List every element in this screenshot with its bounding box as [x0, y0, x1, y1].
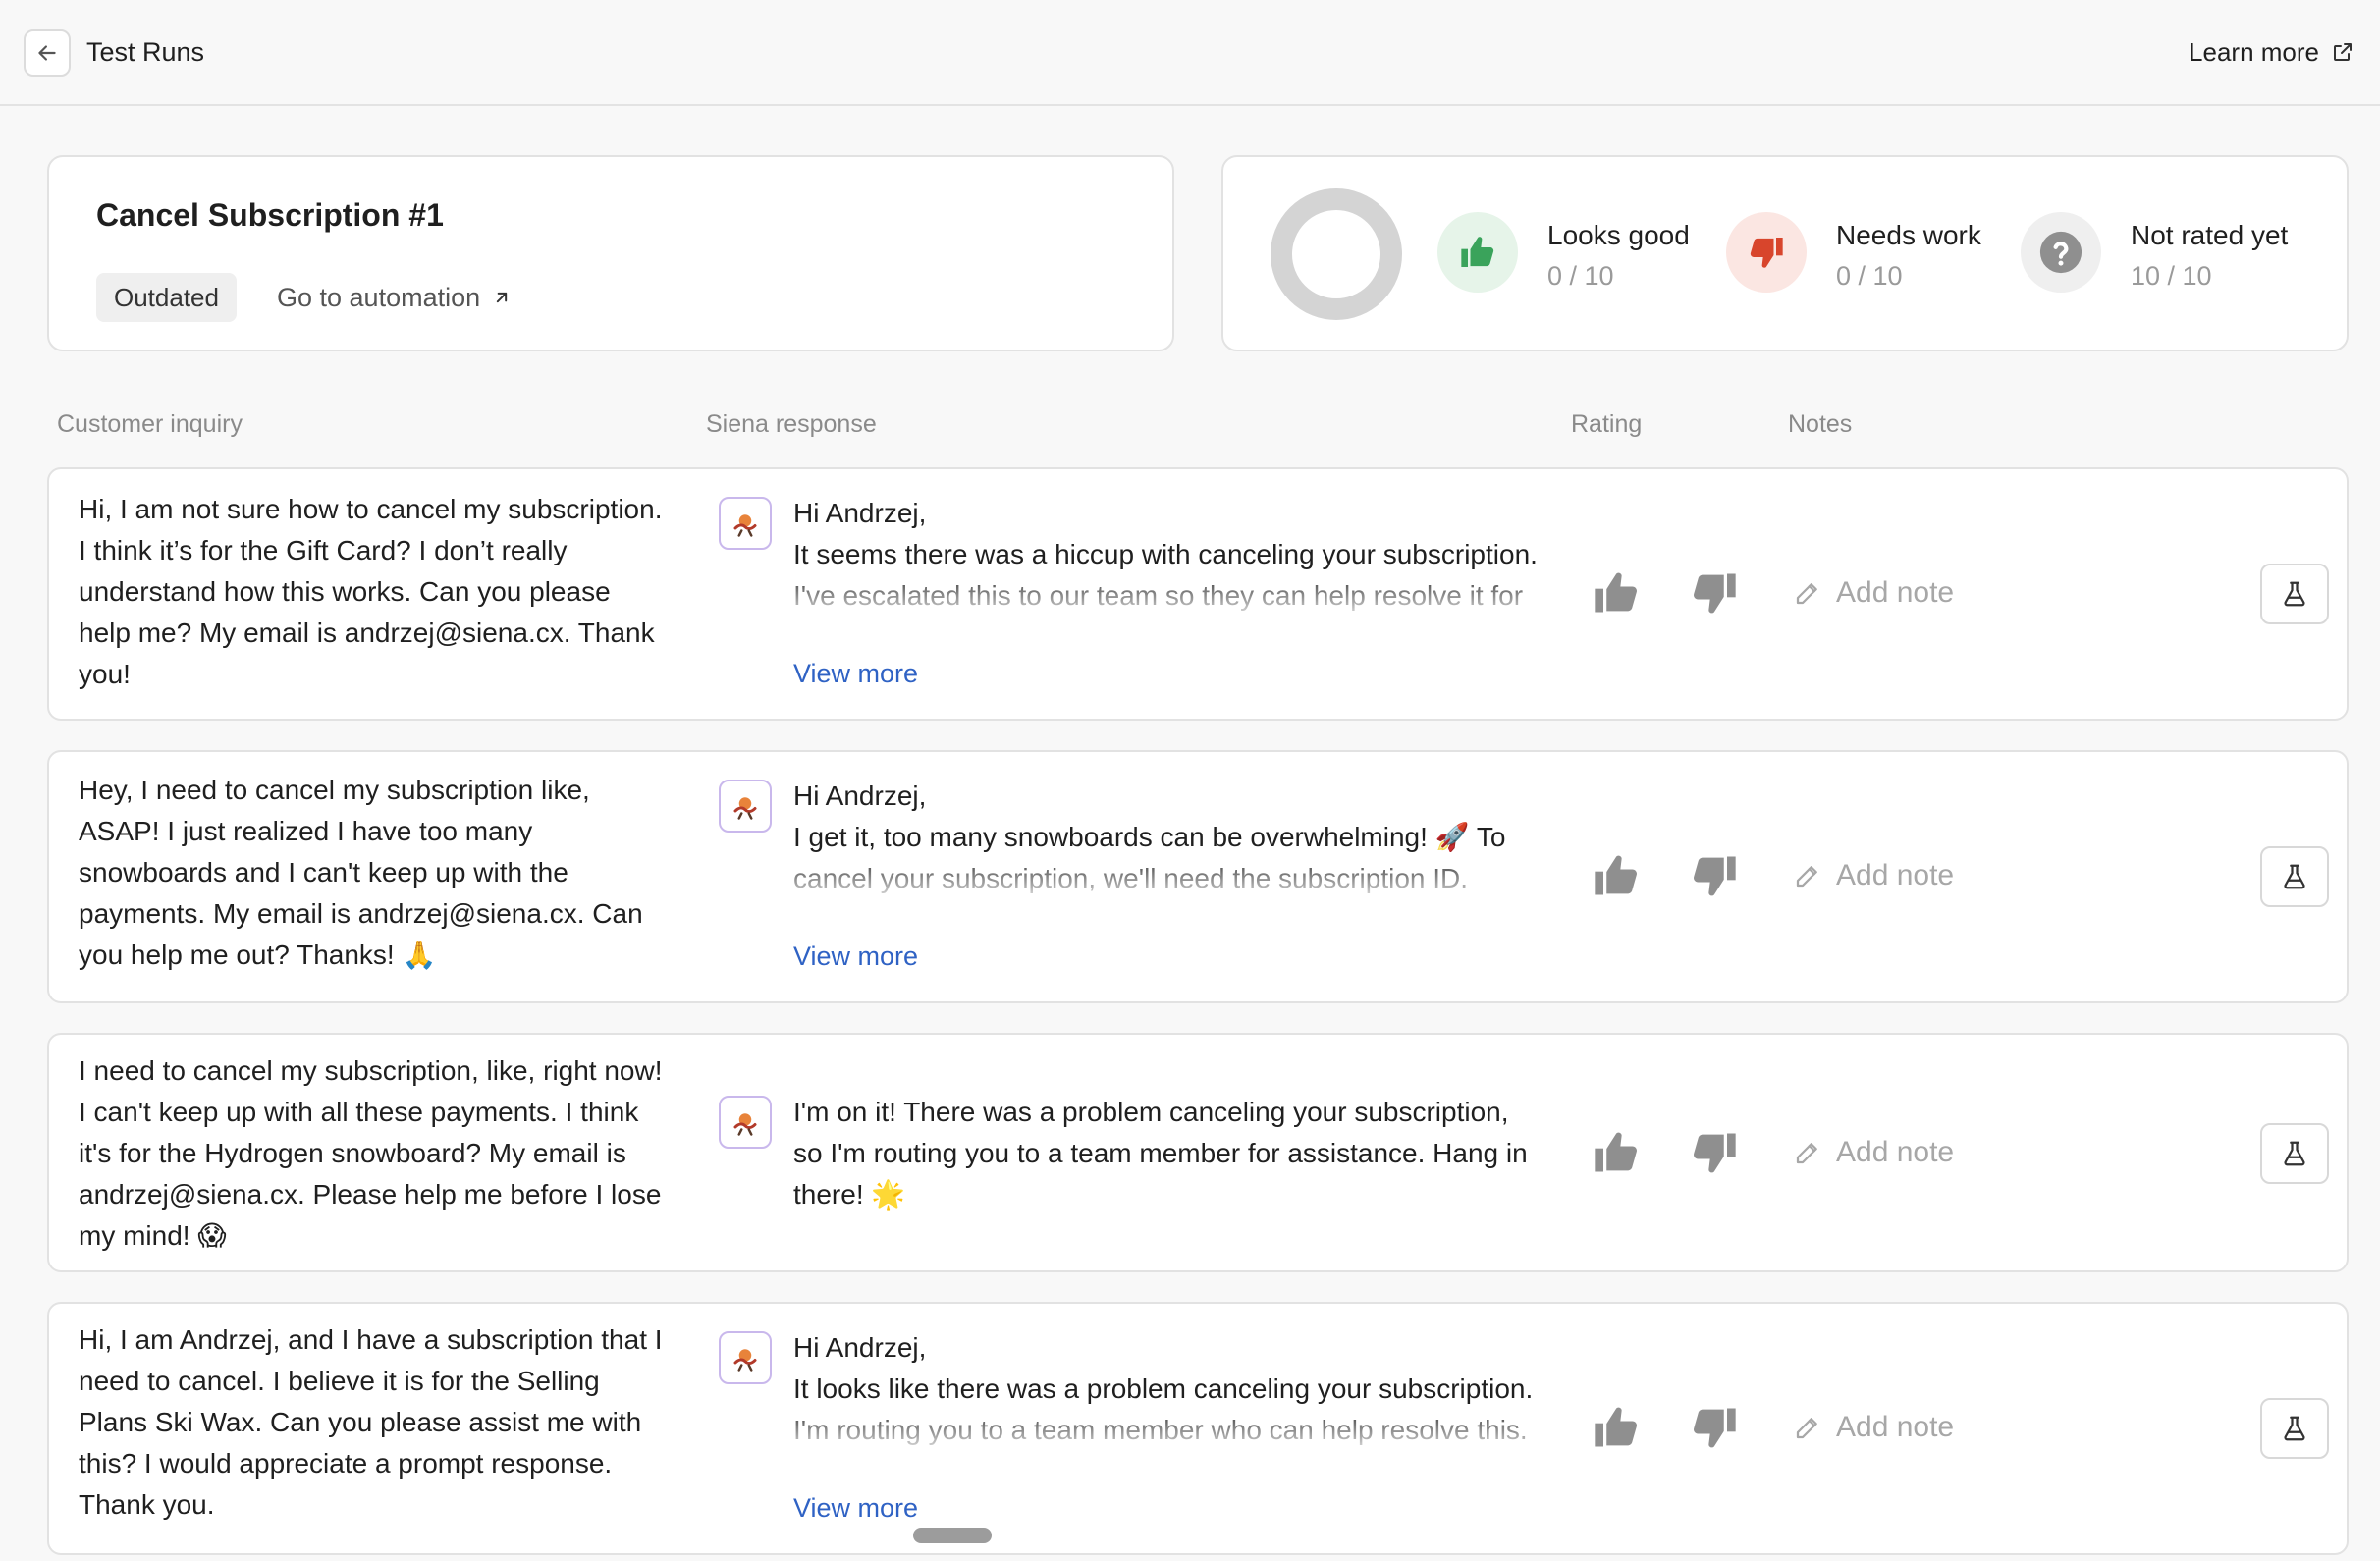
thumbs-up-icon	[1595, 1407, 1637, 1447]
arrow-left-icon	[38, 45, 56, 61]
response-line: Hi Andrzej,	[793, 780, 927, 811]
column-header-rating: Rating	[1571, 410, 1643, 438]
thumbs-up-icon	[1595, 1132, 1637, 1172]
scrollbar-thumb[interactable]	[913, 1528, 992, 1543]
thumbs-down-icon	[1694, 1408, 1736, 1448]
thumbs-down-icon	[1694, 856, 1736, 896]
thumbs-down-button[interactable]	[1685, 1398, 1744, 1457]
table-row: Hi, I am not sure how to cancel my subsc…	[47, 467, 2349, 721]
test-title: Cancel Subscription #1	[96, 197, 444, 233]
add-note-button[interactable]: Add note	[1793, 854, 1954, 897]
add-note-button[interactable]: Add note	[1793, 571, 1954, 615]
table-row: I need to cancel my subscription, like, …	[47, 1033, 2349, 1272]
rating-donut-chart	[1271, 188, 1402, 320]
thumbs-up-icon	[1437, 212, 1518, 293]
table-row: Hi, I am Andrzej, and I have a subscript…	[47, 1302, 2349, 1555]
external-link-icon	[2334, 43, 2352, 61]
rating-summary-card: Looks good 0 / 10 Needs work 0 / 10 Not …	[1221, 155, 2349, 351]
top-bar: Test Runs Learn more	[0, 0, 2380, 106]
siena-response-text: Hi Andrzej, It looks like there was a pr…	[793, 1327, 1540, 1451]
column-header-response: Siena response	[706, 410, 877, 438]
test-info-card: Cancel Subscription #1 Outdated Go to au…	[47, 155, 1174, 351]
flask-icon	[2284, 581, 2305, 607]
siena-avatar	[719, 780, 772, 833]
add-note-button[interactable]: Add note	[1793, 1406, 1954, 1449]
thumbs-up-button[interactable]	[1587, 1398, 1646, 1457]
thumbs-down-icon	[1726, 212, 1807, 293]
siena-response-text: I'm on it! There was a problem canceling…	[793, 1092, 1540, 1215]
go-to-automation-link[interactable]: Go to automation	[277, 273, 512, 322]
pencil-icon	[1796, 1418, 1817, 1439]
response-line: Hi Andrzej,	[793, 1332, 927, 1363]
thumbs-up-button[interactable]	[1587, 564, 1646, 622]
add-note-label: Add note	[1836, 859, 1955, 891]
siena-response-text: Hi Andrzej, It seems there was a hiccup …	[793, 493, 1540, 617]
pencil-icon	[1796, 866, 1817, 888]
looks-good-label: Looks good	[1547, 220, 1690, 250]
siena-logo-icon	[733, 1113, 757, 1136]
response-line: I'm on it! There was a problem canceling…	[793, 1097, 1528, 1210]
table-row: Hey, I need to cancel my subscription li…	[47, 750, 2349, 1003]
siena-avatar	[719, 1331, 772, 1384]
learn-more-label: Learn more	[2189, 37, 2319, 67]
column-header-notes: Notes	[1788, 410, 1853, 438]
response-line: It seems there was a hiccup with canceli…	[793, 539, 1538, 611]
siena-response-text: Hi Andrzej, I get it, too many snowboard…	[793, 776, 1540, 899]
customer-inquiry-text: Hey, I need to cancel my subscription li…	[79, 775, 643, 970]
add-note-label: Add note	[1836, 1411, 1955, 1443]
thumbs-down-icon	[1694, 573, 1736, 614]
thumbs-up-icon	[1595, 855, 1637, 895]
add-note-label: Add note	[1836, 1136, 1955, 1168]
back-button[interactable]	[24, 29, 71, 77]
question-icon	[2021, 212, 2101, 293]
pencil-icon	[1796, 1143, 1817, 1164]
thumbs-down-button[interactable]	[1685, 1123, 1744, 1182]
add-note-label: Add note	[1836, 576, 1955, 609]
siena-avatar	[719, 497, 772, 550]
siena-avatar	[719, 1096, 772, 1149]
view-more-link[interactable]: View more	[793, 939, 918, 974]
flask-icon	[2284, 864, 2305, 889]
test-flask-button[interactable]	[2260, 1398, 2329, 1459]
response-line: I get it, too many snowboards can be ove…	[793, 822, 1506, 893]
not-rated-label: Not rated yet	[2131, 220, 2289, 250]
go-to-automation-label: Go to automation	[277, 283, 481, 312]
thumbs-down-button[interactable]	[1685, 846, 1744, 905]
test-flask-button[interactable]	[2260, 1123, 2329, 1184]
needs-work-value: 0 / 10	[1836, 261, 1903, 291]
page-title: Test Runs	[86, 37, 205, 67]
customer-inquiry-text: Hi, I am not sure how to cancel my subsc…	[79, 494, 663, 689]
status-badge: Outdated	[96, 273, 237, 322]
siena-logo-icon	[733, 797, 757, 820]
response-line: It looks like there was a problem cancel…	[793, 1373, 1534, 1445]
column-header-inquiry: Customer inquiry	[57, 410, 243, 438]
arrow-up-right-icon	[496, 292, 508, 303]
flask-icon	[2284, 1141, 2305, 1166]
looks-good-value: 0 / 10	[1547, 261, 1614, 291]
not-rated-value: 10 / 10	[2131, 261, 2212, 291]
customer-inquiry-text: Hi, I am Andrzej, and I have a subscript…	[79, 1324, 663, 1520]
test-flask-button[interactable]	[2260, 846, 2329, 907]
test-flask-button[interactable]	[2260, 564, 2329, 624]
thumbs-up-icon	[1595, 572, 1637, 613]
siena-logo-icon	[733, 1349, 757, 1372]
learn-more-link[interactable]: Learn more	[2189, 33, 2354, 71]
thumbs-down-button[interactable]	[1685, 564, 1744, 622]
thumbs-up-button[interactable]	[1587, 1123, 1646, 1182]
thumbs-down-icon	[1694, 1133, 1736, 1173]
pencil-icon	[1796, 583, 1817, 605]
view-more-link[interactable]: View more	[793, 1490, 918, 1526]
customer-inquiry-text: I need to cancel my subscription, like, …	[79, 1055, 663, 1251]
siena-logo-icon	[733, 514, 757, 537]
response-line: Hi Andrzej,	[793, 498, 927, 528]
needs-work-label: Needs work	[1836, 220, 1981, 250]
thumbs-up-button[interactable]	[1587, 846, 1646, 905]
flask-icon	[2284, 1416, 2305, 1441]
add-note-button[interactable]: Add note	[1793, 1131, 1954, 1174]
view-more-link[interactable]: View more	[793, 656, 918, 691]
